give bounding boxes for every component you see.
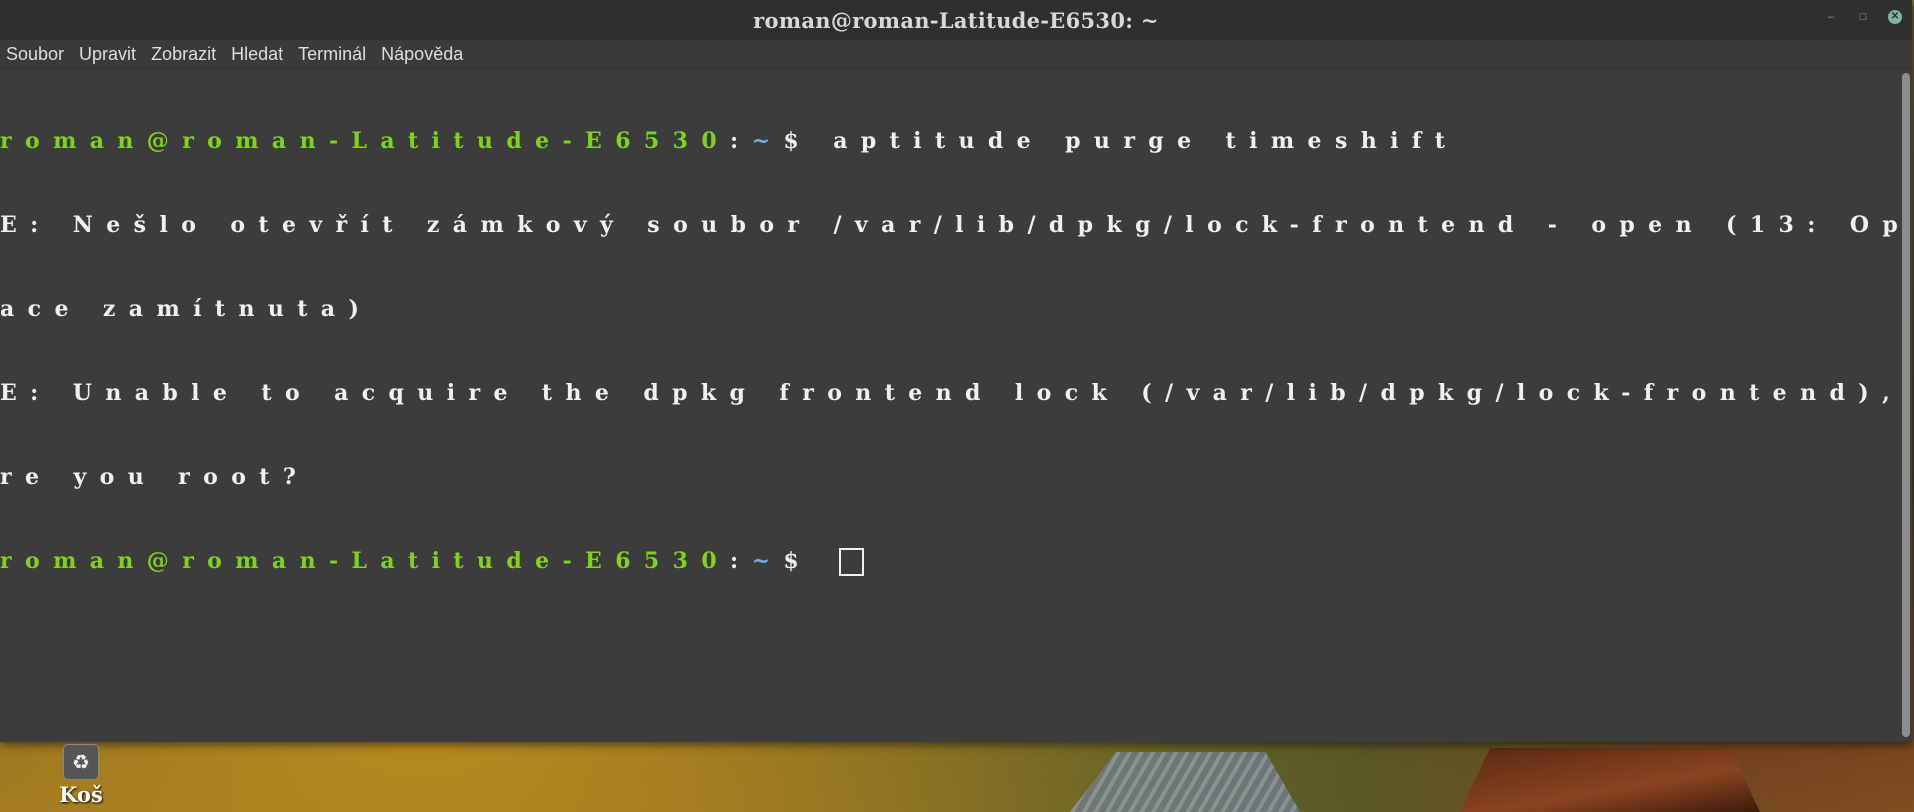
close-icon[interactable]: ✕ [1888,10,1902,24]
wallpaper-stone-path [1070,752,1300,812]
output-line: re you root? [0,464,310,490]
output-line: ace zamítnuta) [0,296,373,322]
maximize-icon[interactable]: □ [1856,10,1870,24]
menu-upravit[interactable]: Upravit [79,44,136,65]
scrollbar[interactable] [1902,73,1910,737]
command-line: roman@roman-Latitude-E6530:~$ aptitude p… [0,127,1892,155]
prompt-separator: : [730,548,752,574]
text-cursor [839,548,865,576]
prompt-path: ~ [751,548,784,574]
trash-icon[interactable]: ♻ [63,744,99,780]
wallpaper-temple-roof [1460,748,1760,812]
prompt-symbol: $ [783,548,813,574]
command-text: aptitude purge timeshift [833,128,1459,154]
menu-napoveda[interactable]: Nápověda [381,44,463,65]
minimize-icon[interactable]: – [1824,10,1838,24]
window-controls: – □ ✕ [1824,10,1902,24]
terminal-area[interactable]: roman@roman-Latitude-E6530:~$ aptitude p… [0,69,1912,741]
prompt-path: ~ [751,128,784,154]
prompt-symbol: $ [783,128,813,154]
trash-label: Koš [59,782,103,807]
menu-terminal[interactable]: Terminál [298,44,366,65]
current-prompt-line: roman@roman-Latitude-E6530:~$ [0,547,1892,576]
output-line: E: Unable to acquire the dpkg frontend l… [0,380,1912,406]
prompt-separator: : [730,128,752,154]
desktop-trash[interactable]: ♻ Koš [48,744,114,807]
menu-soubor[interactable]: Soubor [6,44,64,65]
output-line: E: Nešlo otevřít zámkový soubor /var/lib… [0,212,1912,238]
prompt-user: roman@roman-Latitude-E6530 [0,548,731,574]
scrollbar-thumb[interactable] [1902,73,1910,737]
title-bar[interactable]: roman@roman-Latitude-E6530: ~ – □ ✕ [0,0,1912,40]
menu-hledat[interactable]: Hledat [231,44,283,65]
menu-zobrazit[interactable]: Zobrazit [151,44,216,65]
terminal-output: roman@roman-Latitude-E6530:~$ aptitude p… [0,71,1912,631]
terminal-window: roman@roman-Latitude-E6530: ~ – □ ✕ Soub… [0,0,1912,742]
prompt-user: roman@roman-Latitude-E6530 [0,128,731,154]
window-title: roman@roman-Latitude-E6530: ~ [753,7,1159,33]
menu-bar: Soubor Upravit Zobrazit Hledat Terminál … [0,40,1912,69]
